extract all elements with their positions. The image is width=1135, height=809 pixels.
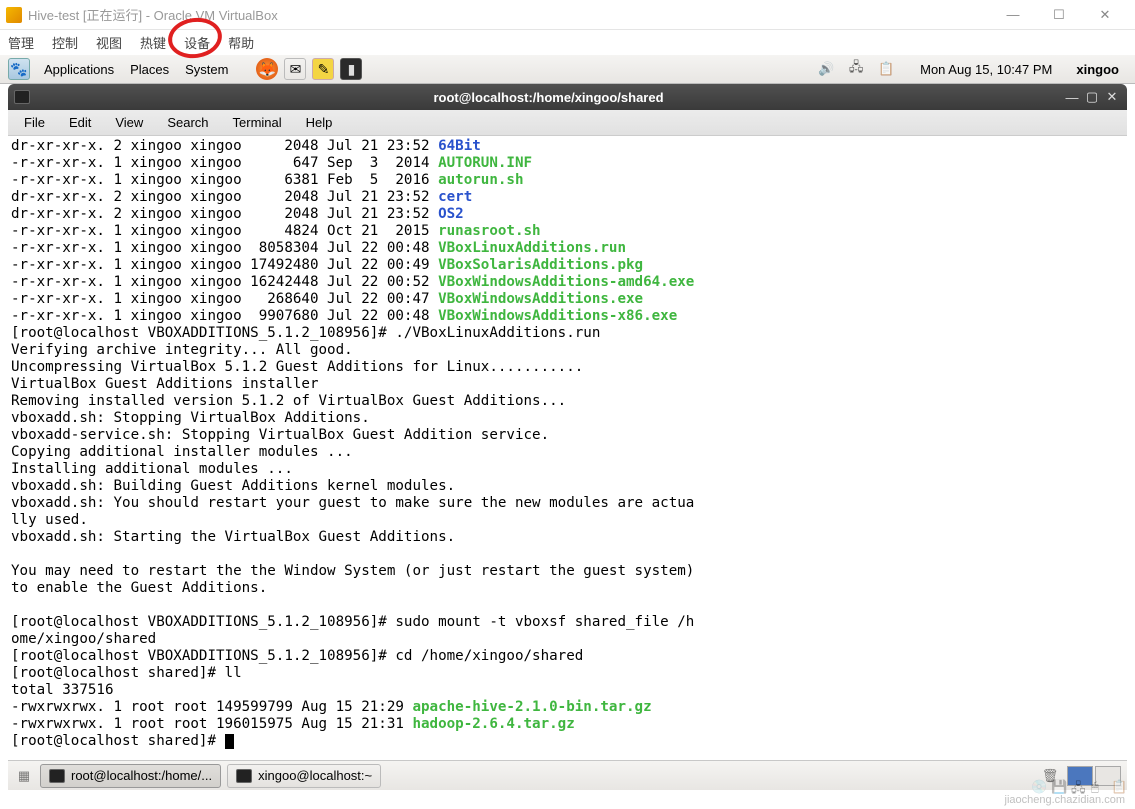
vbox-menu-control[interactable]: 控制 bbox=[52, 33, 78, 52]
task-label: xingoo@localhost:~ bbox=[258, 768, 372, 783]
terminal-icon bbox=[236, 769, 252, 783]
vbox-window-title: Hive-test [正在运行] - Oracle VM VirtualBox bbox=[28, 5, 999, 24]
close-button[interactable]: ✕ bbox=[1091, 5, 1119, 25]
vbox-statusbar-icons: 💿💾🖧🖱📋 bbox=[1031, 779, 1125, 793]
maximize-button[interactable]: ☐ bbox=[1045, 5, 1073, 25]
gnome-top-panel: 🐾 Applications Places System 🦊 ✉ ✎ ▮ 🔊 🖧… bbox=[0, 54, 1135, 84]
vbox-menu-hotkey[interactable]: 热键 bbox=[140, 33, 166, 52]
terminal-close-button[interactable]: ✕ bbox=[1103, 89, 1121, 105]
mail-icon[interactable]: ✉ bbox=[284, 58, 306, 80]
system-menu[interactable]: System bbox=[177, 62, 236, 77]
gnome-foot-icon[interactable]: 🐾 bbox=[8, 58, 30, 80]
minimize-button[interactable]: — bbox=[999, 5, 1027, 25]
terminal-menu-terminal[interactable]: Terminal bbox=[223, 113, 292, 132]
terminal-maximize-button[interactable]: ▢ bbox=[1083, 89, 1101, 105]
terminal-menubar: File Edit View Search Terminal Help bbox=[8, 110, 1127, 136]
network-icon[interactable]: 🖧 bbox=[846, 59, 866, 79]
terminal-menu-edit[interactable]: Edit bbox=[59, 113, 101, 132]
applications-menu[interactable]: Applications bbox=[36, 62, 122, 77]
vbox-menubar: 管理 控制 视图 热键 设备 帮助 bbox=[0, 30, 1135, 54]
terminal-minimize-button[interactable]: — bbox=[1063, 89, 1081, 105]
vbox-app-icon bbox=[6, 7, 22, 23]
volume-icon[interactable]: 🔊 bbox=[816, 59, 836, 79]
terminal-window: root@localhost:/home/xingoo/shared — ▢ ✕… bbox=[8, 84, 1127, 760]
terminal-menu-file[interactable]: File bbox=[14, 113, 55, 132]
terminal-title: root@localhost:/home/xingoo/shared bbox=[36, 90, 1061, 105]
terminal-icon bbox=[49, 769, 65, 783]
terminal-menu-view[interactable]: View bbox=[105, 113, 153, 132]
places-menu[interactable]: Places bbox=[122, 62, 177, 77]
vbox-menu-devices[interactable]: 设备 bbox=[184, 33, 210, 52]
vbox-menu-manage[interactable]: 管理 bbox=[8, 33, 34, 52]
taskbar-task-1[interactable]: xingoo@localhost:~ bbox=[227, 764, 381, 788]
gnome-bottom-panel: ▦ root@localhost:/home/... xingoo@localho… bbox=[8, 760, 1127, 790]
show-desktop-icon[interactable]: ▦ bbox=[14, 766, 34, 786]
task-label: root@localhost:/home/... bbox=[71, 768, 212, 783]
vbox-menu-view[interactable]: 视图 bbox=[96, 33, 122, 52]
terminal-menu-search[interactable]: Search bbox=[157, 113, 218, 132]
terminal-titlebar[interactable]: root@localhost:/home/xingoo/shared — ▢ ✕ bbox=[8, 84, 1127, 110]
clipboard-icon[interactable]: 📋 bbox=[876, 59, 896, 79]
watermark: jiaocheng.chazidian.com bbox=[1005, 794, 1125, 806]
clock[interactable]: Mon Aug 15, 10:47 PM bbox=[920, 62, 1052, 77]
taskbar-task-0[interactable]: root@localhost:/home/... bbox=[40, 764, 221, 788]
notes-icon[interactable]: ✎ bbox=[312, 58, 334, 80]
terminal-launcher-icon[interactable]: ▮ bbox=[340, 58, 362, 80]
terminal-output[interactable]: dr-xr-xr-x. 2 xingoo xingoo 2048 Jul 21 … bbox=[8, 136, 1127, 760]
terminal-icon bbox=[14, 90, 30, 104]
vbox-menu-help[interactable]: 帮助 bbox=[228, 33, 254, 52]
vbox-titlebar: Hive-test [正在运行] - Oracle VM VirtualBox … bbox=[0, 0, 1135, 30]
firefox-icon[interactable]: 🦊 bbox=[256, 58, 278, 80]
user-menu[interactable]: xingoo bbox=[1076, 62, 1119, 77]
terminal-menu-help[interactable]: Help bbox=[296, 113, 343, 132]
